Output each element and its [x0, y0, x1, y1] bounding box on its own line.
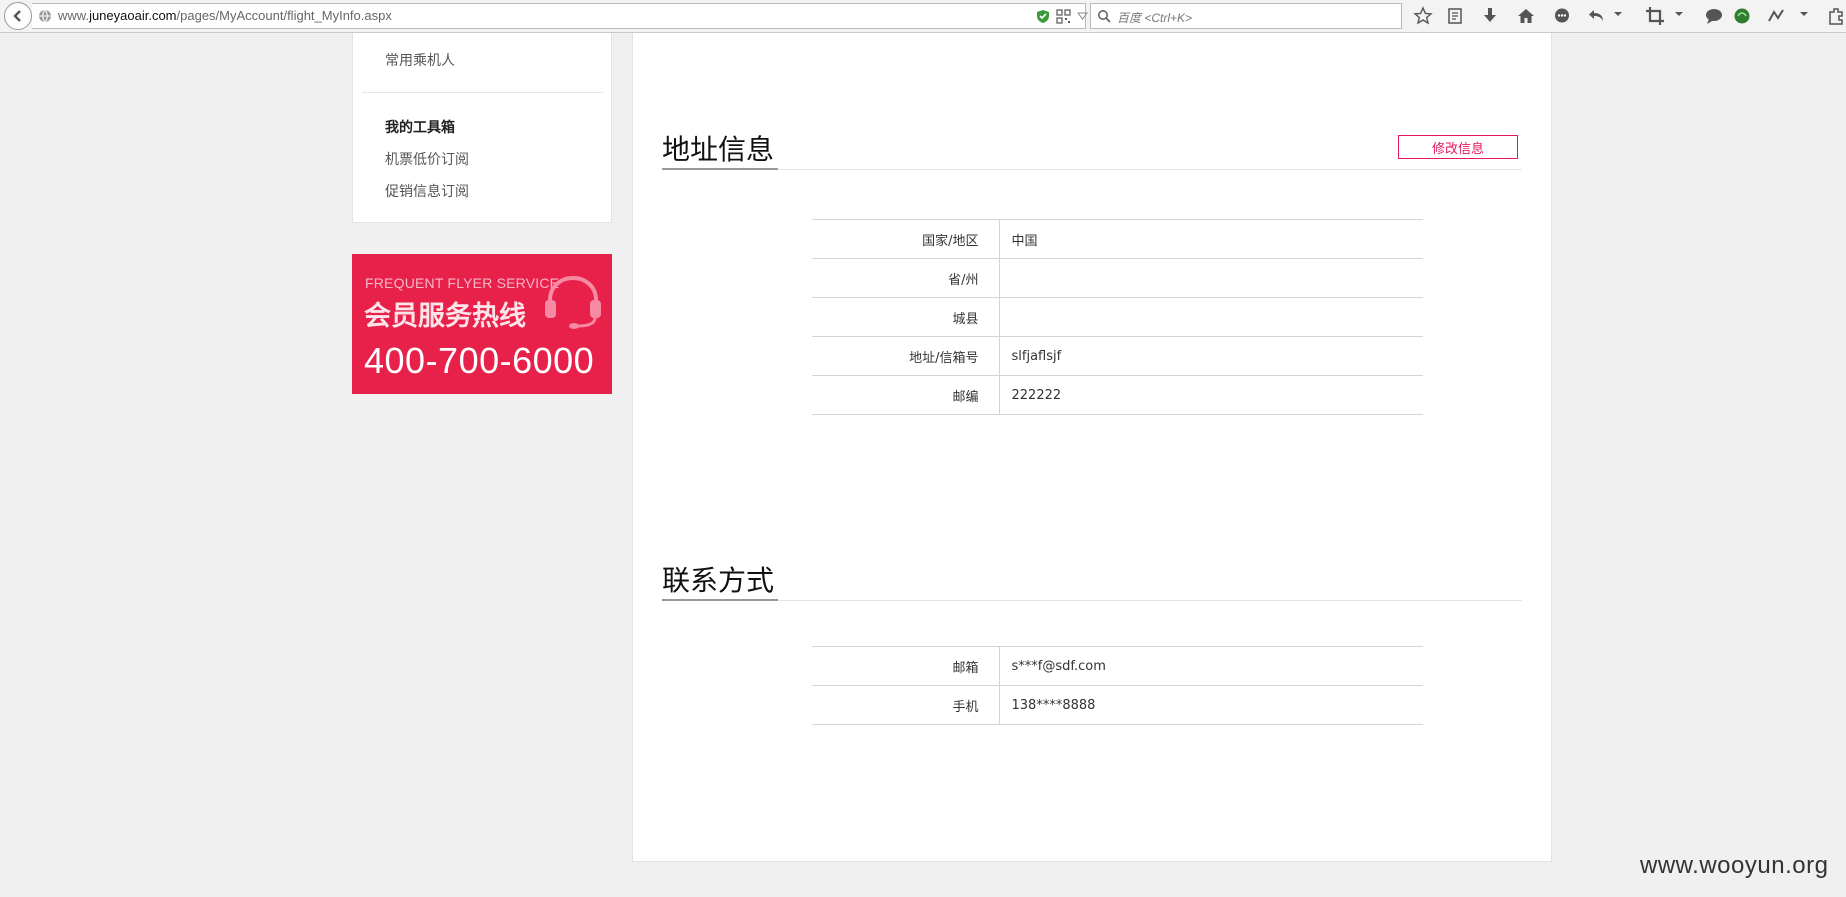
row-value: [999, 259, 1423, 298]
reading-list-icon[interactable]: [1445, 6, 1465, 26]
contact-section-divider: [662, 600, 1522, 601]
row-label: 省/州: [812, 258, 1000, 298]
undo-icon[interactable]: [1587, 6, 1607, 26]
row-value: [999, 298, 1423, 337]
extension-icon[interactable]: [1826, 6, 1846, 26]
hotline-phone-number: 400-700-6000: [364, 340, 595, 381]
table-row: 国家/地区 中国: [812, 219, 1423, 259]
contact-section-title: 联系方式: [662, 564, 775, 597]
sidebar-item-fare-alert[interactable]: 机票低价订阅: [385, 149, 469, 169]
table-row: 手机 138****8888: [812, 685, 1423, 725]
row-label: 地址/信箱号: [812, 336, 1000, 376]
member-hotline-banner[interactable]: FREQUENT FLYER SERVICE 会员服务热线 400-700-60…: [352, 254, 612, 394]
contact-table: 邮箱 s***f@sdf.com 手机 138****8888: [812, 646, 1423, 725]
address-title-underline: [662, 168, 778, 170]
menu-dropdown-icon[interactable]: [1799, 9, 1809, 19]
address-table: 国家/地区 中国 省/州 城县 地址/信箱号 slfjaflsjf 邮编 222…: [812, 219, 1423, 415]
hotline-chinese-title: 会员服务热线: [364, 301, 526, 332]
watermark: www.wooyun.org: [1640, 852, 1829, 879]
dropdown-arrow-icon[interactable]: [1077, 12, 1088, 20]
row-label: 国家/地区: [812, 219, 1000, 259]
address-section-divider: [662, 169, 1522, 170]
sidebar-item-frequent-passengers[interactable]: 常用乘机人: [385, 50, 455, 70]
globe-icon: [39, 9, 51, 23]
speech-bubble-icon[interactable]: [1704, 6, 1724, 26]
row-value: 中国: [1011, 233, 1038, 249]
search-bar[interactable]: 百度 <Ctrl+K>: [1090, 3, 1402, 29]
search-icon: [1098, 10, 1111, 23]
sidebar-toolbox-heading: 我的工具箱: [385, 120, 455, 136]
row-label: 城县: [812, 297, 1000, 337]
url-bar[interactable]: www.juneyaoair.com/pages/MyAccount/fligh…: [32, 3, 1109, 29]
table-row: 省/州: [812, 258, 1423, 298]
row-value: 138****8888: [1011, 697, 1096, 713]
address-section-title: 地址信息: [662, 133, 775, 166]
crop-dropdown-icon[interactable]: [1674, 9, 1684, 19]
bookmark-star-icon[interactable]: [1413, 6, 1433, 26]
sidebar-item-promo-subscription[interactable]: 促销信息订阅: [385, 181, 469, 201]
contact-title-underline: [662, 599, 778, 601]
back-arrow-icon: [13, 10, 21, 22]
table-row: 地址/信箱号 slfjaflsjf: [812, 336, 1423, 376]
main-content: 地址信息 修改信息 国家/地区 中国 省/州 城县 地址/信箱号 slfjafl…: [632, 33, 1552, 862]
edit-info-button[interactable]: 修改信息: [1398, 135, 1518, 159]
row-value: slfjaflsjf: [1011, 348, 1062, 364]
sidebar-divider: [362, 92, 603, 93]
hotline-english-title: FREQUENT FLYER SERVICE: [365, 275, 560, 291]
row-value: 222222: [1011, 387, 1062, 403]
account-sidebar: 常用乘机人 我的工具箱 机票低价订阅 促销信息订阅: [352, 33, 612, 223]
back-button[interactable]: [4, 2, 32, 30]
undo-dropdown-icon[interactable]: [1613, 9, 1623, 19]
table-row: 城县: [812, 297, 1423, 337]
chat-icon[interactable]: [1552, 6, 1572, 26]
url-text: www.juneyaoair.com/pages/MyAccount/fligh…: [58, 8, 392, 23]
qr-code-icon[interactable]: [1056, 9, 1071, 24]
table-row: 邮箱 s***f@sdf.com: [812, 646, 1423, 686]
browser-toolbar: www.juneyaoair.com/pages/MyAccount/fligh…: [0, 0, 1846, 33]
download-icon[interactable]: [1480, 6, 1500, 26]
crop-icon[interactable]: [1645, 6, 1665, 26]
row-label: 手机: [812, 685, 1000, 725]
shield-icon[interactable]: [1036, 9, 1050, 24]
row-label: 邮箱: [812, 646, 1000, 686]
home-icon[interactable]: [1516, 6, 1536, 26]
search-placeholder: 百度 <Ctrl+K>: [1117, 11, 1193, 25]
row-value: s***f@sdf.com: [1011, 658, 1106, 674]
table-row: 邮编 222222: [812, 375, 1423, 415]
headset-icon: [545, 275, 601, 329]
row-label: 邮编: [812, 375, 1000, 415]
green-orb-icon[interactable]: [1732, 6, 1752, 26]
mouse-gesture-icon[interactable]: [1766, 6, 1786, 26]
